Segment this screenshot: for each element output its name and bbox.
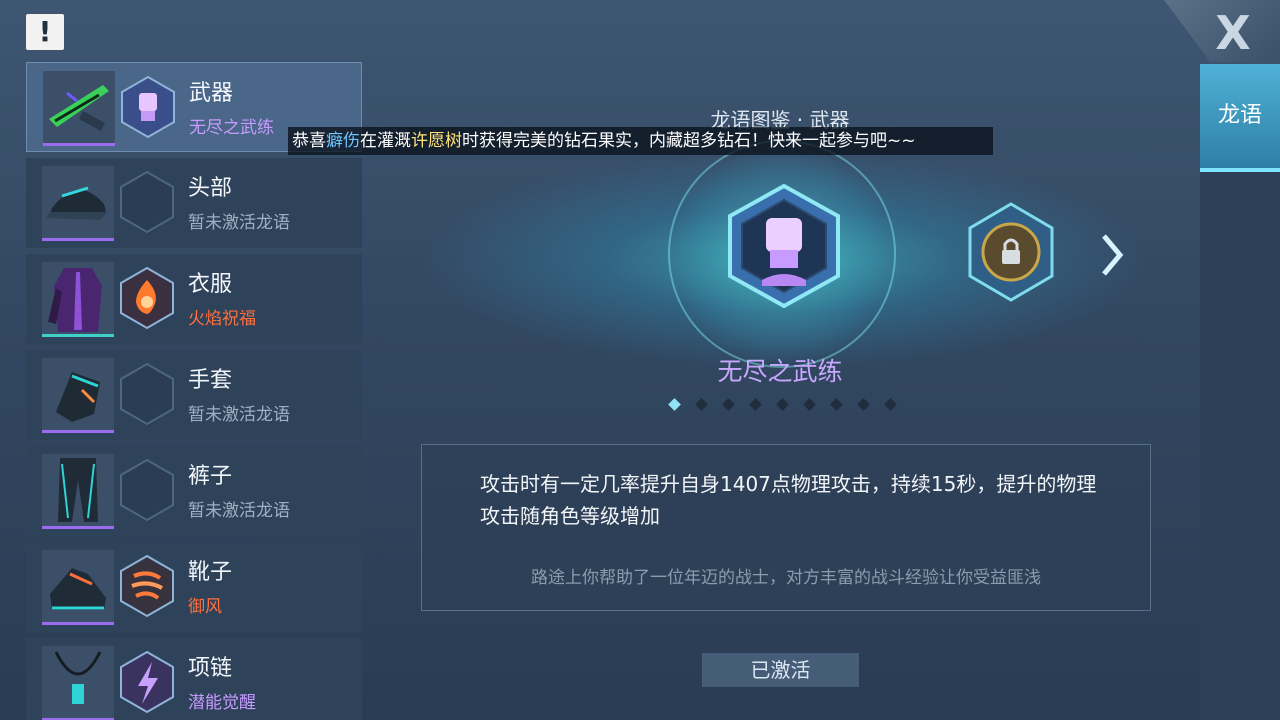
tab-longyu[interactable]: 龙语 [1200,64,1280,172]
equip-item-necklace[interactable]: 项链 潜能觉醒 [26,638,362,720]
necklace-thumbnail [42,646,114,718]
page-dot[interactable] [668,398,681,411]
page-dot[interactable] [722,398,735,411]
page-dot[interactable] [695,398,708,411]
flavor-text: 路途上你帮助了一位年迈的战士，对方丰富的战斗经验让你受益匪浅 [531,568,1041,588]
equip-item-gloves[interactable]: 手套 暂未激活龙语 [26,350,362,440]
page-dot[interactable] [830,398,843,411]
rarity-bar [43,143,115,146]
page-dot[interactable] [776,398,789,411]
system-broadcast: 恭喜癖伤在灌溉许愿树时获得完美的钻石果实，内藏超多钻石！快来一起参与吧~~ [288,127,993,155]
equip-status: 暂未激活龙语 [188,501,290,521]
boots-thumbnail [42,550,114,622]
empty-hex-slot [118,362,176,426]
activated-button[interactable]: 已激活 [702,653,859,687]
equip-status: 暂未激活龙语 [188,405,290,425]
broadcast-mid: 在灌溉 [360,131,411,151]
page-dot[interactable] [803,398,816,411]
equip-name: 武器 [189,81,234,106]
next-arrow-icon[interactable] [1098,230,1126,280]
equip-name: 裤子 [188,464,233,489]
skill-description: 攻击时有一定几率提升自身1407点物理攻击，持续15秒，提升的物理攻击随角色等级… [480,472,1097,528]
wind-hex-icon [118,554,176,618]
equip-name: 衣服 [188,272,233,297]
alert-button[interactable]: ! [26,14,64,50]
empty-hex-slot [118,170,176,234]
broadcast-target[interactable]: 许愿树 [411,131,462,151]
equip-name: 靴子 [188,560,233,585]
rarity-bar [42,238,114,241]
lightning-hex-icon [118,650,176,714]
equip-name: 手套 [188,368,233,393]
broadcast-player[interactable]: 癖伤 [326,131,360,151]
fist-emblem-icon[interactable] [722,183,846,309]
equip-status: 御风 [188,597,222,617]
page-dot[interactable] [884,398,897,411]
broadcast-prefix: 恭喜 [292,131,326,151]
equip-item-boots[interactable]: 靴子 御风 [26,542,362,632]
equip-name: 头部 [188,176,233,201]
equip-item-head[interactable]: 头部 暂未激活龙语 [26,158,362,248]
rarity-bar [42,430,114,433]
equip-status: 火焰祝福 [188,309,256,329]
fist-hex-icon [119,75,177,139]
skill-name: 无尽之武练 [717,357,843,386]
broadcast-suffix: 时获得完美的钻石果实，内藏超多钻石！快来一起参与吧~~ [462,131,916,151]
equip-status: 潜能觉醒 [188,693,256,713]
gloves-thumbnail [42,358,114,430]
page-dot[interactable] [749,398,762,411]
equipment-list: 武器 无尽之武练 头部 暂未激活龙语 衣服 火焰祝福 手套 暂未激活龙语 裤子 … [26,62,362,720]
rarity-bar [42,622,114,625]
head-thumbnail [42,166,114,238]
page-dot[interactable] [857,398,870,411]
page-indicator [664,398,904,414]
equip-item-clothes[interactable]: 衣服 火焰祝福 [26,254,362,344]
empty-hex-slot [118,458,176,522]
rarity-bar [42,526,114,529]
tab-longyu-label: 龙语 [1217,103,1262,128]
equip-status: 无尽之武练 [189,118,274,138]
clothes-thumbnail [42,262,114,334]
equip-item-pants[interactable]: 裤子 暂未激活龙语 [26,446,362,536]
rarity-bar [42,334,114,337]
weapon-thumbnail [43,71,115,143]
locked-emblem-icon[interactable] [966,202,1056,302]
pants-thumbnail [42,454,114,526]
equip-name: 项链 [188,656,233,681]
flame-hex-icon [118,266,176,330]
close-button[interactable]: X [1208,8,1258,58]
equip-status: 暂未激活龙语 [188,213,290,233]
